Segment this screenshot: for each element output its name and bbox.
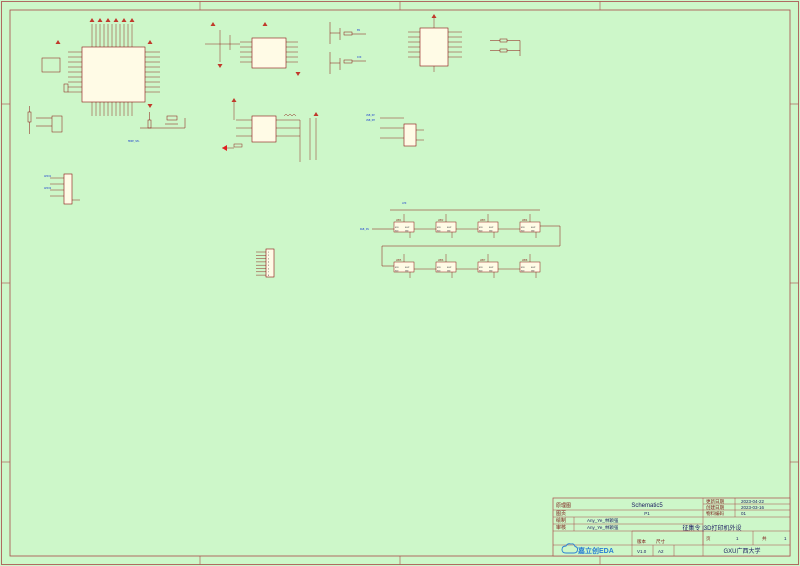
net-label-gpio2: GPIO2	[44, 187, 52, 190]
net-label-io0: IO0	[357, 56, 362, 59]
tb-sheet-label: 图页	[556, 511, 566, 517]
tb-size-label: 尺寸	[656, 538, 665, 545]
tb-create-value: 2023-03-16	[741, 505, 765, 510]
led-8[interactable]: LED8DIN DOUTVDD GND	[519, 254, 541, 278]
pull-resistors[interactable]	[490, 38, 521, 56]
usb-connector[interactable]	[380, 117, 424, 147]
led-5-designator: LED5	[396, 259, 402, 262]
schematic-sheet: EN IO0 MODE_SEL USB_DP USB_DM GPIO1 GPIO…	[1, 1, 799, 565]
tb-create-label: 创建日期	[706, 504, 724, 511]
led-2-designator: LED2	[438, 219, 444, 222]
tb-reviewed-label: 审核	[556, 524, 566, 531]
led-4[interactable]: LED4DIN DOUTVDD GND	[519, 214, 541, 238]
net-label-led: LED	[402, 202, 407, 205]
net-label-usb-dp: USB_DP	[366, 114, 375, 117]
tb-total-label: 共	[762, 535, 767, 542]
flash-chip[interactable]	[408, 14, 462, 72]
ldo-regulator[interactable]	[222, 98, 319, 162]
led-7-designator: LED7	[480, 259, 486, 262]
led-5[interactable]: LED5DIN DOUTVDD GND	[393, 254, 436, 278]
header-pin-number: 3	[268, 258, 269, 260]
reset-button-circuit[interactable]	[27, 106, 63, 134]
net-label-en: EN	[357, 29, 360, 32]
tb-update-value: 2023-04-22	[741, 499, 765, 504]
led-6-designator: LED6	[438, 259, 444, 262]
header-pin-number: 5	[268, 265, 269, 267]
led-7[interactable]: LED7DIN DOUTVDD GND	[477, 254, 520, 278]
tb-drawn-label: 绘制	[556, 517, 566, 524]
led-4-designator: LED4	[522, 219, 528, 222]
header-pin-number: 2	[268, 255, 269, 257]
tb-logo-text: 嘉立创EDA	[577, 546, 614, 555]
tb-version-value: V1.0	[637, 549, 647, 554]
led-2[interactable]: LED2DIN DOUTVDD GND	[435, 214, 478, 238]
title-block: 原理图 Schematic5 图页 P1 绘制 Any_Ye_林颖强 审核 An…	[552, 497, 791, 557]
tb-heading: 原理图	[556, 503, 571, 509]
tb-update-label: 更新日期	[706, 498, 724, 505]
tb-sheet-value: P1	[644, 511, 650, 516]
pin-header[interactable]	[256, 248, 275, 278]
tb-project-title: 征集令 |3D打印机外设	[683, 524, 742, 532]
tb-size-value: A2	[658, 549, 664, 554]
mcu-chip[interactable]	[41, 18, 160, 116]
tb-reviewed-value: Any_Ye_林颖强	[587, 524, 619, 531]
auto-reset-transistors[interactable]	[329, 22, 366, 74]
usb-uart-chip[interactable]	[205, 22, 301, 76]
tb-material-value: 01	[741, 511, 747, 516]
net-label-rgb-in: RGB_IN	[360, 228, 369, 231]
led-3-designator: LED3	[480, 219, 486, 222]
tb-org: GXU广西大学	[723, 547, 760, 555]
net-label-gpio1: GPIO1	[44, 175, 52, 178]
led-6[interactable]: LED6DIN DOUTVDD GND	[435, 254, 478, 278]
header-pin-number: 7	[268, 272, 269, 274]
tb-drawn-value: Any_Ye_林颖强	[587, 517, 619, 524]
tb-material-label: 物料编码	[706, 510, 724, 517]
net-label-mode: MODE_SEL	[128, 140, 140, 143]
tb-schematic-name: Schematic5	[631, 503, 663, 509]
left-io-header[interactable]	[50, 173, 80, 205]
led-3[interactable]: LED3DIN DOUTVDD GND	[477, 214, 520, 238]
net-label-usb-dm: USB_DM	[366, 119, 375, 122]
led-8-designator: LED8	[522, 259, 528, 262]
mode-switch-circuit[interactable]	[140, 112, 186, 129]
tb-version-label: 版本	[637, 538, 646, 545]
led-1-designator: LED1	[396, 219, 402, 222]
led-1[interactable]: LED1DIN DOUTVDD GND	[393, 214, 436, 238]
